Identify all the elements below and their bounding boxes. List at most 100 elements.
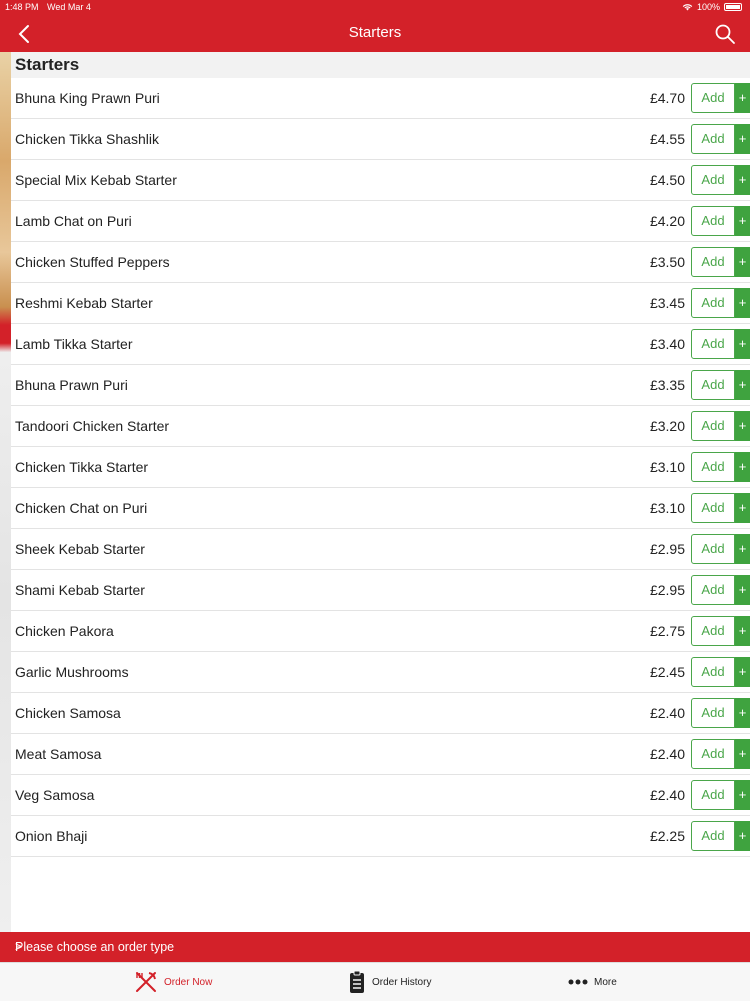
item-name: Chicken Pakora — [15, 623, 114, 639]
item-name: Garlic Mushrooms — [15, 664, 129, 680]
list-item[interactable]: Special Mix Kebab Starter £4.50 Add + — [11, 160, 750, 201]
add-button[interactable]: Add — [691, 329, 735, 359]
item-name: Reshmi Kebab Starter — [15, 295, 153, 311]
add-button[interactable]: Add — [691, 657, 735, 687]
item-price: £3.35 — [649, 377, 685, 393]
list-item[interactable]: Onion Bhaji £2.25 Add + — [11, 816, 750, 857]
add-button[interactable]: Add — [691, 821, 735, 851]
search-icon[interactable] — [714, 23, 736, 45]
add-button[interactable]: Add — [691, 616, 735, 646]
item-name: Meat Samosa — [15, 746, 102, 762]
item-name: Lamb Tikka Starter — [15, 336, 133, 352]
status-right: 100% — [682, 2, 742, 12]
add-button[interactable]: Add — [691, 780, 735, 810]
plus-button[interactable]: + — [735, 206, 750, 236]
nav-bar: Starters — [0, 14, 750, 52]
item-price: £4.50 — [649, 172, 685, 188]
item-name: Sheek Kebab Starter — [15, 541, 145, 557]
plus-button[interactable]: + — [735, 370, 750, 400]
list-item[interactable]: Garlic Mushrooms £2.45 Add + — [11, 652, 750, 693]
list-item[interactable]: Tandoori Chicken Starter £3.20 Add + — [11, 406, 750, 447]
add-button[interactable]: Add — [691, 124, 735, 154]
plus-button[interactable]: + — [735, 821, 750, 851]
background-image-strip — [0, 52, 11, 962]
item-name: Tandoori Chicken Starter — [15, 418, 170, 434]
item-price: £4.20 — [649, 213, 685, 229]
add-button[interactable]: Add — [691, 411, 735, 441]
tab-order-history[interactable]: Order History — [348, 963, 431, 1001]
add-button[interactable]: Add — [691, 493, 735, 523]
list-item[interactable]: Sheek Kebab Starter £2.95 Add + — [11, 529, 750, 570]
plus-button[interactable]: + — [735, 698, 750, 728]
item-price: £3.40 — [649, 336, 685, 352]
item-name: Onion Bhaji — [15, 828, 88, 844]
tab-order-now[interactable]: Order Now — [134, 963, 212, 1001]
plus-button[interactable]: + — [735, 493, 750, 523]
battery-percent: 100% — [696, 2, 720, 12]
list-item[interactable]: Chicken Tikka Shashlik £4.55 Add + — [11, 119, 750, 160]
status-bar: 1:48 PM Wed Mar 4 100% — [0, 0, 750, 14]
section-title: Starters — [15, 55, 80, 74]
item-price: £2.95 — [649, 582, 685, 598]
section-header: Starters — [11, 52, 750, 78]
add-button[interactable]: Add — [691, 247, 735, 277]
list-item[interactable]: Chicken Pakora £2.75 Add + — [11, 611, 750, 652]
plus-button[interactable]: + — [735, 124, 750, 154]
list-item[interactable]: Shami Kebab Starter £2.95 Add + — [11, 570, 750, 611]
order-type-bar[interactable]: Please choose an order type > — [0, 932, 750, 962]
plus-button[interactable]: + — [735, 739, 750, 769]
tab-order-history-label: Order History — [372, 976, 432, 988]
list-item[interactable]: Chicken Samosa £2.40 Add + — [11, 693, 750, 734]
add-button[interactable]: Add — [691, 534, 735, 564]
item-price: £3.20 — [649, 418, 685, 434]
chevron-right-icon: > — [15, 940, 23, 954]
plus-button[interactable]: + — [735, 83, 750, 113]
page-title: Starters — [348, 24, 402, 41]
plus-button[interactable]: + — [735, 616, 750, 646]
wifi-icon — [682, 4, 693, 11]
list-item[interactable]: Bhuna Prawn Puri £3.35 Add + — [11, 365, 750, 406]
plus-button[interactable]: + — [735, 534, 750, 564]
list-item[interactable]: Reshmi Kebab Starter £3.45 Add + — [11, 283, 750, 324]
item-price: £4.70 — [649, 90, 685, 106]
plus-button[interactable]: + — [735, 288, 750, 318]
list-item[interactable]: Veg Samosa £2.40 Add + — [11, 775, 750, 816]
list-item[interactable]: Lamb Chat on Puri £4.20 Add + — [11, 201, 750, 242]
item-name: Shami Kebab Starter — [15, 582, 145, 598]
plus-button[interactable]: + — [735, 165, 750, 195]
item-price: £3.50 — [649, 254, 685, 270]
more-dots-icon — [568, 979, 588, 985]
plus-button[interactable]: + — [735, 411, 750, 441]
add-button[interactable]: Add — [691, 698, 735, 728]
list-item[interactable]: Chicken Stuffed Peppers £3.50 Add + — [11, 242, 750, 283]
add-button[interactable]: Add — [691, 575, 735, 605]
item-price: £2.40 — [649, 787, 685, 803]
list-item[interactable]: Lamb Tikka Starter £3.40 Add + — [11, 324, 750, 365]
add-button[interactable]: Add — [691, 165, 735, 195]
clipboard-icon — [350, 970, 364, 993]
battery-icon — [724, 3, 742, 11]
item-price: £2.45 — [649, 664, 685, 680]
plus-button[interactable]: + — [735, 329, 750, 359]
add-button[interactable]: Add — [691, 452, 735, 482]
add-button[interactable]: Add — [691, 739, 735, 769]
list-item[interactable]: Bhuna King Prawn Puri £4.70 Add + — [11, 78, 750, 119]
tab-more[interactable]: More — [568, 963, 617, 1001]
item-name: Chicken Stuffed Peppers — [15, 254, 170, 270]
plus-button[interactable]: + — [735, 780, 750, 810]
list-item[interactable]: Chicken Chat on Puri £3.10 Add + — [11, 488, 750, 529]
plus-button[interactable]: + — [735, 247, 750, 277]
add-button[interactable]: Add — [691, 288, 735, 318]
list-item[interactable]: Chicken Tikka Starter £3.10 Add + — [11, 447, 750, 488]
plus-button[interactable]: + — [735, 657, 750, 687]
item-name: Bhuna Prawn Puri — [15, 377, 128, 393]
item-name: Chicken Chat on Puri — [15, 500, 148, 516]
plus-button[interactable]: + — [735, 575, 750, 605]
item-price: £2.40 — [649, 746, 685, 762]
add-button[interactable]: Add — [691, 370, 735, 400]
add-button[interactable]: Add — [691, 83, 735, 113]
plus-button[interactable]: + — [735, 452, 750, 482]
tab-bar: Order Now Order History More — [0, 962, 750, 1001]
list-item[interactable]: Meat Samosa £2.40 Add + — [11, 734, 750, 775]
add-button[interactable]: Add — [691, 206, 735, 236]
